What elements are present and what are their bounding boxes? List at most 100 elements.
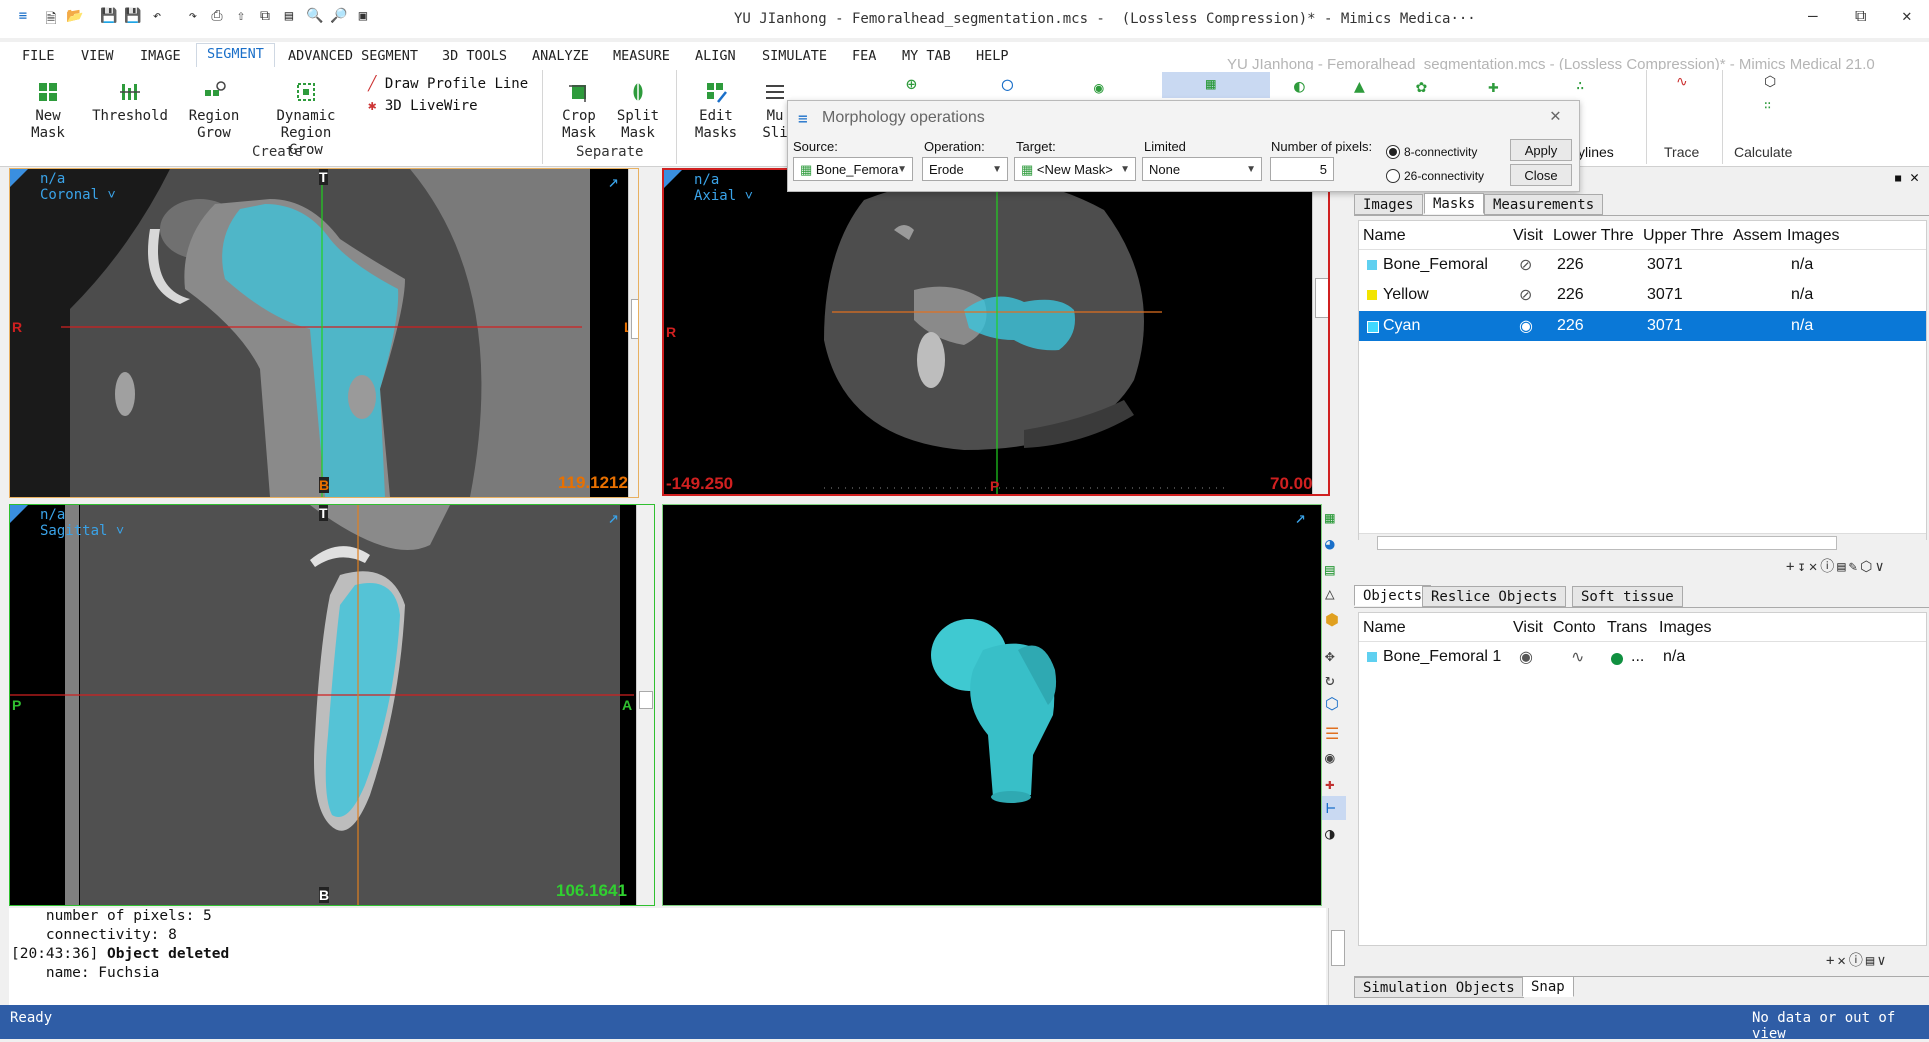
crosshair-tool-button[interactable]: ⊢ (1322, 796, 1346, 820)
zoom-out-icon[interactable]: 🔎 (330, 8, 348, 26)
masks-toolbar-icons[interactable]: +↧✕ⓘ▤✎⬡∨ (1786, 556, 1887, 576)
split-mask-button[interactable]: Split Mask (616, 80, 660, 142)
axial-view-name[interactable]: Axial ˅ (694, 188, 753, 204)
copy-icon[interactable]: ⧉ (256, 8, 274, 26)
transparency-icon[interactable] (1611, 653, 1623, 665)
menu-3d-tools[interactable]: 3D TOOLS (442, 48, 507, 64)
panel-close-icon[interactable]: ✕ (1910, 168, 1919, 186)
region-grow-button[interactable]: Region Grow (186, 80, 242, 142)
zoom-fit-icon[interactable]: ▣ (354, 8, 372, 26)
redo-icon[interactable]: ↷ (184, 8, 202, 26)
menu-analyze[interactable]: ANALYZE (532, 48, 589, 64)
objects-toolbar-icons[interactable]: +✕ⓘ▤∨ (1826, 950, 1889, 970)
3d-maximize-icon[interactable]: ↗ (1295, 507, 1306, 528)
col-contour[interactable]: Conto (1553, 619, 1596, 637)
contour-icon[interactable]: ∿ (1571, 647, 1584, 667)
close-dialog-button[interactable]: Close (1510, 164, 1572, 186)
axial-scrollbar[interactable] (1312, 170, 1328, 494)
grid-toggle-icon[interactable]: ▦ (1325, 508, 1335, 527)
highlighted-tool-button[interactable]: ▦ (1162, 72, 1270, 98)
draw-profile-line-button[interactable]: ╱ Draw Profile Line (368, 76, 528, 92)
coronal-scroll-thumb[interactable] (631, 299, 638, 339)
26-connectivity-radio[interactable] (1386, 169, 1400, 183)
render-icon[interactable]: ▤ (1325, 560, 1335, 579)
menu-align[interactable]: ALIGN (695, 48, 736, 64)
col-transparency[interactable]: Trans (1607, 619, 1647, 637)
zoom-in-icon[interactable]: 🔍 (306, 8, 324, 26)
new-file-icon[interactable]: 🗎 (42, 8, 60, 27)
eye-icon[interactable]: ◉ (1519, 647, 1533, 667)
masks-hscrollbar[interactable] (1359, 533, 1926, 552)
limited-select[interactable]: None ▼ (1142, 157, 1262, 181)
hidden-eye-icon[interactable]: ⊘ (1519, 255, 1532, 275)
open-folder-icon[interactable]: 📂 (66, 8, 84, 26)
col-images[interactable]: Images (1787, 227, 1839, 245)
sagittal-view-header[interactable]: n/a Sagittal ˅ (40, 507, 124, 539)
probe-icon[interactable]: ◯ (1002, 74, 1013, 95)
save-as-icon[interactable]: 💾 (124, 8, 142, 26)
menu-fea[interactable]: FEA (852, 48, 876, 64)
calculate-3d-icon[interactable]: ⬡ (1764, 74, 1776, 90)
polylines-icon[interactable]: ∴ (1576, 78, 1584, 94)
col-visible[interactable]: Visit (1513, 227, 1543, 245)
8-connectivity-radio[interactable] (1386, 145, 1400, 159)
col-images[interactable]: Images (1659, 619, 1711, 637)
source-select[interactable]: ▦ Bone_Femora ▼ (793, 157, 913, 181)
calculate-dots-icon[interactable]: ∷ (1764, 98, 1771, 112)
coronal-maximize-icon[interactable]: ↗ (608, 171, 619, 192)
tab-masks[interactable]: Masks (1424, 193, 1485, 214)
table-row[interactable]: Yellow ⊘ 226 3071 n/a (1359, 281, 1926, 309)
contrast-icon[interactable]: ◑ (1325, 824, 1335, 843)
paste-icon[interactable]: ▤ (280, 8, 298, 26)
fast-mark-icon[interactable]: ✚ (1488, 76, 1499, 97)
col-assembly[interactable]: Assem (1733, 227, 1782, 245)
axial-view-header[interactable]: n/a Axial ˅ (694, 172, 753, 204)
operation-select[interactable]: Erode ▼ (922, 157, 1008, 181)
menu-measure[interactable]: MEASURE (613, 48, 670, 64)
menu-view[interactable]: VIEW (81, 48, 114, 64)
export-icon[interactable]: ⇧ (232, 8, 250, 26)
save-icon[interactable]: 💾 (100, 8, 118, 26)
new-mask-button[interactable]: New Mask (28, 80, 68, 142)
smooth-mask-icon[interactable]: ✿ (1416, 76, 1427, 97)
menu-advanced-segment[interactable]: ADVANCED SEGMENT (288, 48, 418, 64)
sagittal-viewport[interactable]: n/a Sagittal ˅ ↗ T B P A 106.1641 (9, 504, 655, 906)
axes-icon[interactable]: ✚ (1325, 774, 1335, 793)
axial-scroll-thumb[interactable] (1315, 278, 1328, 318)
boolean-icon[interactable]: ◐ (1294, 76, 1305, 97)
sagittal-scroll-thumb[interactable] (639, 691, 653, 709)
tab-reslice-objects[interactable]: Reslice Objects (1422, 586, 1567, 607)
close-window-button[interactable]: ✕ (1902, 6, 1912, 25)
sagittal-view-name[interactable]: Sagittal ˅ (40, 523, 124, 539)
edit-masks-button[interactable]: Edit Masks (694, 80, 738, 142)
layers-icon[interactable]: ☰ (1325, 724, 1339, 743)
menu-image[interactable]: IMAGE (140, 48, 181, 64)
cube-view-icon[interactable]: ⬡ (1325, 694, 1339, 713)
coronal-view-name[interactable]: Coronal ˅ (40, 187, 116, 203)
menu-file[interactable]: FILE (22, 48, 55, 64)
multi-slice-button[interactable]: Mu Sli (762, 80, 788, 142)
coronal-scrollbar[interactable] (628, 169, 638, 497)
clip-view-icon[interactable]: ◕ (1325, 534, 1335, 553)
col-lower-threshold[interactable]: Lower Thre (1553, 227, 1634, 245)
axial-viewport[interactable]: n/a Axial ˅ ↗ P R L -149.250 70.000 (662, 168, 1330, 496)
menu-help[interactable]: HELP (976, 48, 1009, 64)
log-scroll-thumb[interactable] (1331, 930, 1345, 966)
log-scrollbar[interactable] (1328, 908, 1347, 1005)
restore-button[interactable]: ⧉ (1855, 6, 1866, 26)
tab-measurements[interactable]: Measurements (1484, 194, 1604, 215)
col-upper-threshold[interactable]: Upper Thre (1643, 227, 1724, 245)
sagittal-maximize-icon[interactable]: ↗ (608, 507, 619, 528)
dialog-close-icon[interactable]: ✕ (1550, 105, 1561, 126)
threshold-button[interactable]: Threshold (90, 80, 170, 125)
masks-hscroll-thumb[interactable] (1377, 536, 1837, 550)
table-row[interactable]: Bone_Femoral 1 ◉ ∿ ... n/a (1359, 643, 1926, 671)
pan-icon[interactable]: ✥ (1325, 646, 1335, 665)
visibility-icon[interactable]: ◉ (1325, 748, 1335, 767)
table-row[interactable]: Bone_Femoral ⊘ 226 3071 n/a (1359, 251, 1926, 279)
print-icon[interactable]: ⎙ (208, 8, 226, 26)
minimize-button[interactable]: – (1808, 6, 1818, 25)
col-name[interactable]: Name (1363, 619, 1406, 637)
menu-simulate[interactable]: SIMULATE (762, 48, 827, 64)
coronal-viewport[interactable]: n/a Coronal ˅ ↗ T B R L 119.1212 (9, 168, 639, 498)
